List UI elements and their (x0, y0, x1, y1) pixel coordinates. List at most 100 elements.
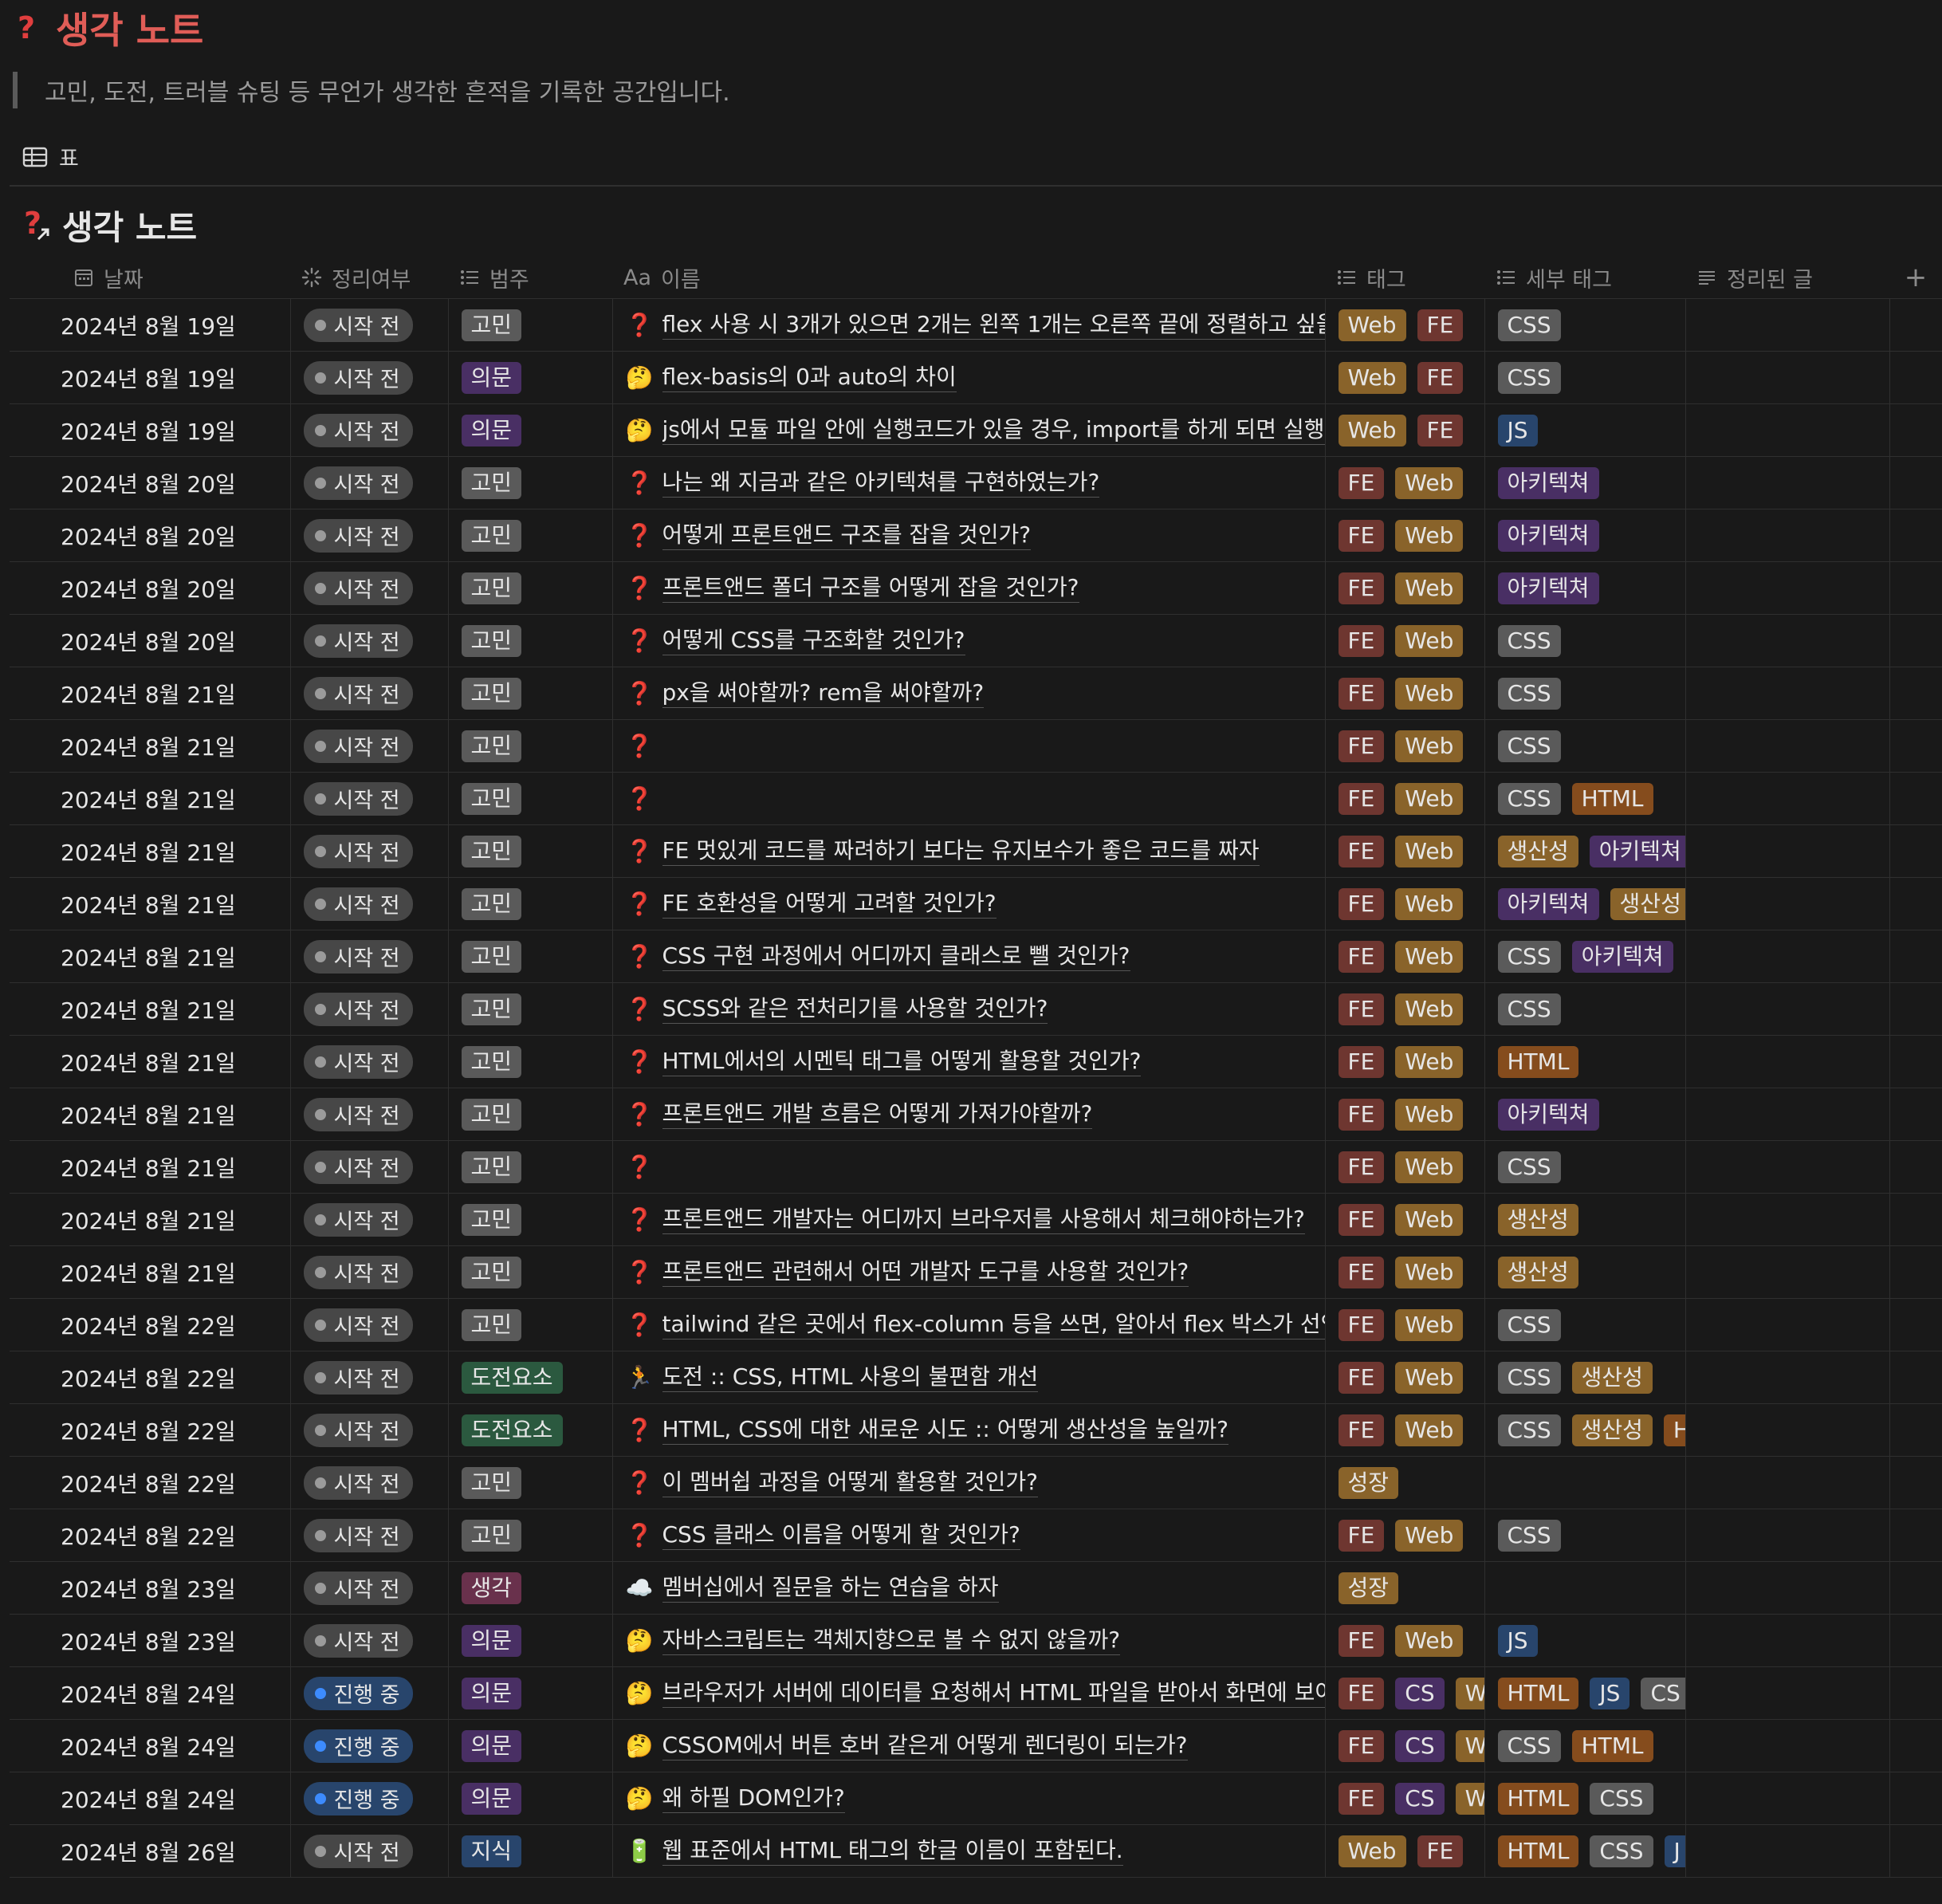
tag-badge[interactable]: FE (1338, 1729, 1385, 1762)
sub-tag-badge[interactable]: CSS (1497, 1414, 1561, 1446)
status-cell[interactable]: 시작 전 (290, 403, 449, 457)
question-icon[interactable]: ❓ (626, 627, 654, 654)
table-row[interactable]: 2024년 8월 24일 진행 중 의문 🤔 CSSOM에서 버튼 호버 같은게 어떻게… (10, 1719, 1942, 1772)
tag-badge[interactable]: Web (1395, 1624, 1464, 1657)
thinking-face-icon[interactable]: 🤔 (626, 417, 654, 443)
summary-cell[interactable] (1685, 1666, 1890, 1720)
tag-badge[interactable]: Web (1395, 519, 1464, 552)
tag-badge[interactable]: FE (1338, 624, 1385, 657)
table-row[interactable]: 2024년 8월 26일 시작 전 지식 🔋 웹 표준에서 HTML 태그의 한글 이름… (10, 1824, 1942, 1878)
status-badge[interactable]: 시작 전 (303, 1150, 413, 1184)
question-icon[interactable]: ❓ (626, 733, 654, 759)
summary-cell[interactable] (1685, 982, 1890, 1036)
table-row[interactable]: 2024년 8월 19일 시작 전 의문 🤔 js에서 모듈 파일 안에 실행코드가 있… (10, 403, 1942, 457)
sub-tag-badge[interactable]: CSS (1497, 309, 1561, 341)
name-cell[interactable]: ❓ FE 호환성을 어떻게 고려할 것인가? (612, 877, 1326, 930)
tag-badge[interactable]: W (1455, 1677, 1484, 1709)
sub-tag-badge[interactable]: JS (1497, 1624, 1538, 1657)
sub-tag-badge[interactable]: CSS (1497, 993, 1561, 1025)
date-cell[interactable]: 2024년 8월 21일 (10, 1035, 291, 1088)
category-badge[interactable]: 고민 (461, 940, 522, 973)
category-badge[interactable]: 의문 (461, 414, 522, 446)
view-tab-table[interactable]: 표 (22, 141, 79, 172)
row-title[interactable]: 왜 하필 DOM인가? (662, 1784, 845, 1813)
status-badge[interactable]: 시작 전 (303, 518, 413, 553)
column-header-tags[interactable]: 태그 (1325, 257, 1484, 299)
name-cell[interactable]: ❓ CSS 클래스 이름을 어떻게 할 것인가? (612, 1509, 1326, 1562)
date-cell[interactable]: 2024년 8월 26일 (10, 1824, 291, 1878)
status-cell[interactable]: 시작 전 (290, 877, 449, 930)
status-badge[interactable]: 시작 전 (303, 887, 413, 921)
table-row[interactable]: 2024년 8월 21일 시작 전 고민 ❓ FE Web CSS (10, 719, 1942, 773)
row-title[interactable]: 자바스크립트는 객체지향으로 볼 수 없지 않을까? (662, 1626, 1121, 1655)
row-title[interactable]: CSS 구현 과정에서 어디까지 클래스로 뺄 것인가? (662, 942, 1130, 971)
status-cell[interactable]: 시작 전 (290, 667, 449, 720)
sub-tag-badge[interactable]: 아키텍쳐 (1497, 887, 1599, 920)
column-header-category[interactable]: 범주 (448, 257, 612, 299)
name-cell[interactable]: ❓ (612, 719, 1326, 773)
category-badge[interactable]: 의문 (461, 1624, 522, 1657)
summary-cell[interactable] (1685, 930, 1890, 983)
category-badge[interactable]: 고민 (461, 1151, 522, 1183)
sub-tag-badge[interactable]: CSS (1497, 730, 1561, 762)
summary-cell[interactable] (1685, 509, 1890, 562)
table-row[interactable]: 2024년 8월 21일 시작 전 고민 ❓ SCSS와 같은 전처리기를 사용할 것인… (10, 982, 1942, 1036)
question-icon[interactable]: ❓ (626, 1206, 654, 1233)
column-header-summary[interactable]: 정리된 글 (1685, 257, 1889, 299)
tags-cell[interactable]: FE Web (1325, 456, 1485, 509)
summary-cell[interactable] (1685, 1035, 1890, 1088)
category-cell[interactable]: 고민 (448, 1298, 613, 1351)
status-badge[interactable]: 진행 중 (303, 1781, 413, 1815)
tag-badge[interactable]: FE (1338, 466, 1385, 499)
tag-badge[interactable]: Web (1395, 1098, 1464, 1131)
row-title[interactable]: FE 멋있게 코드를 짜려하기 보다는 유지보수가 좋은 코드를 짜자 (662, 836, 1260, 866)
tag-badge[interactable]: Web (1395, 835, 1464, 867)
table-row[interactable]: 2024년 8월 23일 시작 전 생각 ☁️ 멤버십에서 질문을 하는 연습을 하자 성… (10, 1561, 1942, 1615)
sub-tag-badge[interactable]: 생산성 (1497, 1256, 1578, 1288)
tag-badge[interactable]: FE (1338, 1414, 1385, 1446)
date-cell[interactable]: 2024년 8월 24일 (10, 1666, 291, 1720)
row-title[interactable]: 브라우저가 서버에 데이터를 요청해서 HTML 파일을 받아서 화면에 보여주… (662, 1678, 1324, 1708)
summary-cell[interactable] (1685, 1772, 1890, 1825)
category-badge[interactable]: 고민 (461, 1098, 522, 1131)
status-badge[interactable]: 시작 전 (303, 571, 413, 605)
category-cell[interactable]: 고민 (448, 1088, 613, 1141)
question-icon[interactable]: ❓ (626, 1522, 654, 1548)
category-cell[interactable]: 고민 (448, 982, 613, 1036)
category-badge[interactable]: 고민 (461, 782, 522, 815)
date-cell[interactable]: 2024년 8월 22일 (10, 1509, 291, 1562)
database-link-icon[interactable]: ? (24, 206, 57, 246)
sub-tag-badge[interactable]: CSS (1497, 1308, 1561, 1341)
thinking-face-icon[interactable]: 🤔 (626, 1680, 654, 1706)
status-cell[interactable]: 진행 중 (290, 1719, 449, 1772)
sub-tag-badge[interactable]: HTML (1497, 1835, 1579, 1867)
category-badge[interactable]: 의문 (461, 1729, 522, 1762)
sub-tags-cell[interactable] (1484, 1456, 1686, 1509)
table-row[interactable]: 2024년 8월 20일 시작 전 고민 ❓ 어떻게 CSS를 구조화할 것인가? FE W… (10, 614, 1942, 667)
category-badge[interactable]: 의문 (461, 1677, 522, 1709)
sub-tags-cell[interactable]: 생산성 (1484, 1193, 1686, 1246)
status-cell[interactable]: 시작 전 (290, 1245, 449, 1299)
tag-badge[interactable]: FE (1338, 1782, 1385, 1815)
question-icon[interactable]: ❓ (626, 680, 654, 706)
status-badge[interactable]: 시작 전 (303, 676, 413, 710)
summary-cell[interactable] (1685, 824, 1890, 878)
tag-badge[interactable]: FE (1338, 730, 1385, 762)
table-row[interactable]: 2024년 8월 24일 진행 중 의문 🤔 왜 하필 DOM인가? FE CS W HTML C… (10, 1772, 1942, 1825)
name-cell[interactable]: 🏃 도전 :: CSS, HTML 사용의 불편함 개선 (612, 1351, 1326, 1404)
row-title[interactable]: js에서 모듈 파일 안에 실행코드가 있을 경우, import를 하게 되면… (662, 415, 1324, 445)
thinking-face-icon[interactable]: 🤔 (626, 1627, 654, 1654)
category-badge[interactable]: 고민 (461, 466, 522, 499)
table-row[interactable]: 2024년 8월 22일 시작 전 도전요소 🏃 도전 :: CSS, HTML 사용의… (10, 1351, 1942, 1404)
sub-tag-badge[interactable]: 아키텍쳐 (1497, 1098, 1599, 1131)
tag-badge[interactable]: FE (1338, 887, 1385, 920)
row-title[interactable]: tailwind 같은 곳에서 flex-column 등을 쓰면, 알아서 f… (662, 1310, 1324, 1339)
sub-tags-cell[interactable]: HTML (1484, 1035, 1686, 1088)
sub-tags-cell[interactable]: CSS (1484, 982, 1686, 1036)
name-cell[interactable]: ❓ 나는 왜 지금과 같은 아키텍쳐를 구현하였는가? (612, 456, 1326, 509)
tags-cell[interactable]: FE Web (1325, 772, 1485, 825)
name-cell[interactable]: ❓ (612, 772, 1326, 825)
status-badge[interactable]: 시작 전 (303, 992, 413, 1026)
category-cell[interactable]: 고민 (448, 719, 613, 773)
tag-badge[interactable]: Web (1338, 1835, 1406, 1867)
